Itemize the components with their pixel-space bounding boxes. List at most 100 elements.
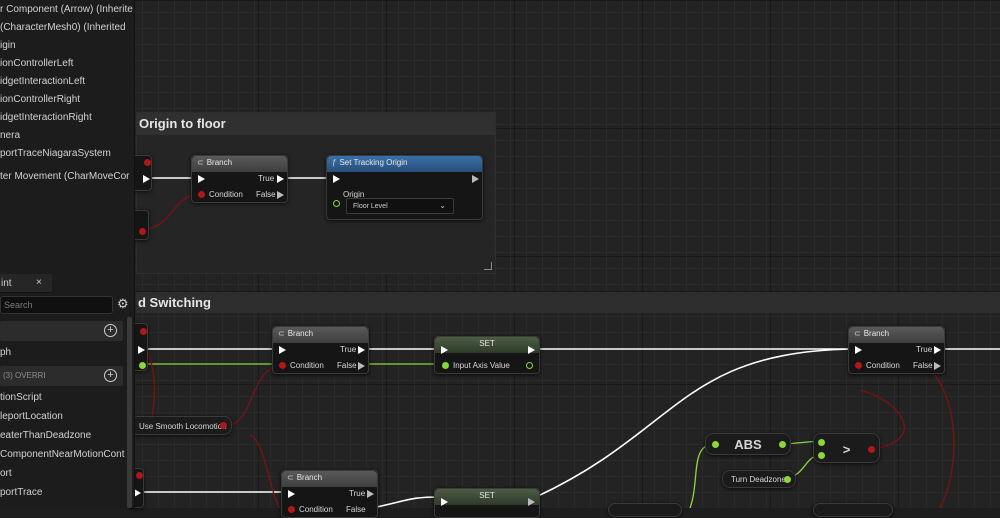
- add-function-icon[interactable]: +: [104, 369, 117, 382]
- branch-icon: ⊂: [197, 158, 204, 167]
- exec-out-pin[interactable]: [134, 489, 141, 497]
- condition-label: Condition: [866, 361, 900, 370]
- functions-category[interactable]: (3) OVERRI +: [0, 366, 123, 386]
- exec-out-pin[interactable]: [528, 346, 535, 354]
- condition-label: Condition: [299, 505, 333, 514]
- graph-item[interactable]: ph: [0, 347, 11, 358]
- branch-icon: ⊂: [278, 329, 285, 338]
- component-item[interactable]: nera: [0, 130, 20, 141]
- gear-icon[interactable]: ⚙: [117, 296, 129, 312]
- component-item[interactable]: igin: [0, 40, 16, 51]
- node-title: Branch: [287, 329, 314, 338]
- origin-pin[interactable]: [333, 200, 340, 207]
- float-in-pin-a[interactable]: [818, 439, 825, 446]
- blueprint-item[interactable]: ComponentNearMotionCont: [0, 449, 125, 460]
- float-pin[interactable]: [139, 362, 146, 369]
- scrollbar[interactable]: [127, 317, 132, 508]
- set-node-b[interactable]: SET: [434, 488, 540, 518]
- condition-pin[interactable]: [279, 362, 286, 369]
- bool-out-pin[interactable]: [220, 422, 227, 429]
- component-item[interactable]: idgetInteractionLeft: [0, 76, 85, 87]
- component-item[interactable]: (CharacterMesh0) (Inherited: [0, 22, 126, 33]
- exec-in-pin[interactable]: [441, 346, 448, 354]
- node-title: SET: [479, 491, 495, 500]
- function-icon: ƒ: [332, 158, 337, 167]
- branch-node-b[interactable]: ⊂ Branch True Condition False: [848, 326, 945, 374]
- partial-node-bottom-right[interactable]: [813, 503, 893, 517]
- branch-node-a[interactable]: ⊂ Branch True Condition False: [272, 326, 369, 374]
- node-title: SET: [479, 339, 495, 348]
- blueprint-item[interactable]: ort: [0, 468, 12, 479]
- set-tracking-origin-node[interactable]: ƒ Set Tracking Origin Origin Floor Level …: [326, 155, 483, 220]
- blueprint-item[interactable]: tionScript: [0, 392, 42, 403]
- origin-dropdown[interactable]: Floor Level ⌄: [346, 198, 454, 214]
- bool-pin[interactable]: [140, 328, 147, 335]
- chevron-down-icon: ⌄: [439, 201, 446, 210]
- component-item[interactable]: ionControllerRight: [0, 94, 80, 105]
- true-exec-pin[interactable]: [934, 346, 941, 354]
- true-exec-pin[interactable]: [367, 490, 374, 498]
- exec-in-pin[interactable]: [441, 498, 448, 506]
- greater-node[interactable]: >: [813, 433, 880, 463]
- component-item[interactable]: ter Movement (CharMoveCor: [0, 171, 129, 182]
- false-exec-pin[interactable]: [277, 191, 284, 199]
- exec-out-pin[interactable]: [138, 346, 145, 354]
- exec-out-pin[interactable]: [143, 175, 150, 183]
- blueprint-item[interactable]: leportLocation: [0, 411, 63, 422]
- exec-in-pin[interactable]: [855, 346, 862, 354]
- component-item[interactable]: portTraceNiagaraSystem: [0, 148, 111, 159]
- float-in-pin-b[interactable]: [818, 452, 825, 459]
- exec-in-pin[interactable]: [279, 346, 286, 354]
- node-title: Branch: [863, 329, 890, 338]
- exec-in-pin[interactable]: [198, 175, 205, 183]
- input-axis-pin[interactable]: [442, 362, 449, 369]
- my-blueprint-panel: int × Search ⚙ + ph (3) OVERRI + tionScr…: [0, 274, 135, 508]
- condition-pin[interactable]: [855, 362, 862, 369]
- exec-in-pin[interactable]: [333, 175, 340, 183]
- true-label: True: [349, 489, 366, 498]
- turn-deadzone-getter[interactable]: Turn Deadzone: [722, 470, 796, 488]
- false-label: False: [913, 361, 933, 370]
- abs-node[interactable]: ABS: [705, 433, 791, 455]
- condition-pin[interactable]: [198, 191, 205, 198]
- category-header[interactable]: +: [0, 321, 123, 341]
- variable-label: Turn Deadzone: [731, 475, 786, 484]
- true-exec-pin[interactable]: [277, 175, 284, 183]
- exec-in-pin[interactable]: [288, 490, 295, 498]
- components-panel: r Component (Arrow) (Inherite (Character…: [0, 0, 135, 274]
- component-item[interactable]: idgetInteractionRight: [0, 112, 92, 123]
- float-out-pin[interactable]: [784, 476, 791, 483]
- exec-out-pin[interactable]: [472, 175, 479, 183]
- false-exec-pin[interactable]: [358, 362, 365, 370]
- branch-icon: ⊂: [287, 473, 294, 482]
- output-float-pin[interactable]: [526, 362, 533, 369]
- partial-node-bottom[interactable]: [608, 503, 682, 517]
- true-exec-pin[interactable]: [358, 346, 365, 354]
- branch-node-c[interactable]: ⊂ Branch True Condition False: [281, 470, 378, 518]
- bool-pin[interactable]: [136, 472, 143, 479]
- close-icon[interactable]: ×: [36, 277, 42, 288]
- bool-out-pin[interactable]: [868, 446, 875, 453]
- float-in-pin[interactable]: [712, 441, 719, 448]
- false-label: False: [346, 505, 366, 514]
- condition-pin[interactable]: [288, 506, 295, 513]
- tab-my-blueprint[interactable]: int ×: [0, 274, 52, 293]
- component-item[interactable]: ionControllerLeft: [0, 58, 73, 69]
- false-label: False: [337, 361, 357, 370]
- condition-label: Condition: [290, 361, 324, 370]
- false-exec-pin[interactable]: [934, 362, 941, 370]
- search-input[interactable]: Search: [0, 296, 113, 314]
- branch-icon: ⊂: [854, 329, 861, 338]
- float-out-pin[interactable]: [779, 441, 786, 448]
- blueprint-item[interactable]: eaterThanDeadzone: [0, 430, 91, 441]
- bool-pin[interactable]: [144, 159, 151, 166]
- use-smooth-locomotion-getter[interactable]: Use Smooth Locomotion: [130, 416, 232, 435]
- set-node-a[interactable]: SET Input Axis Value: [434, 336, 540, 374]
- blueprint-item[interactable]: portTrace: [0, 487, 42, 498]
- add-icon[interactable]: +: [104, 324, 117, 337]
- bool-pin[interactable]: [139, 228, 146, 235]
- tab-label: int: [1, 278, 12, 289]
- branch-node-top[interactable]: ⊂ Branch True Condition False: [191, 155, 288, 203]
- exec-out-pin[interactable]: [528, 498, 535, 506]
- component-item[interactable]: r Component (Arrow) (Inherite: [0, 4, 133, 15]
